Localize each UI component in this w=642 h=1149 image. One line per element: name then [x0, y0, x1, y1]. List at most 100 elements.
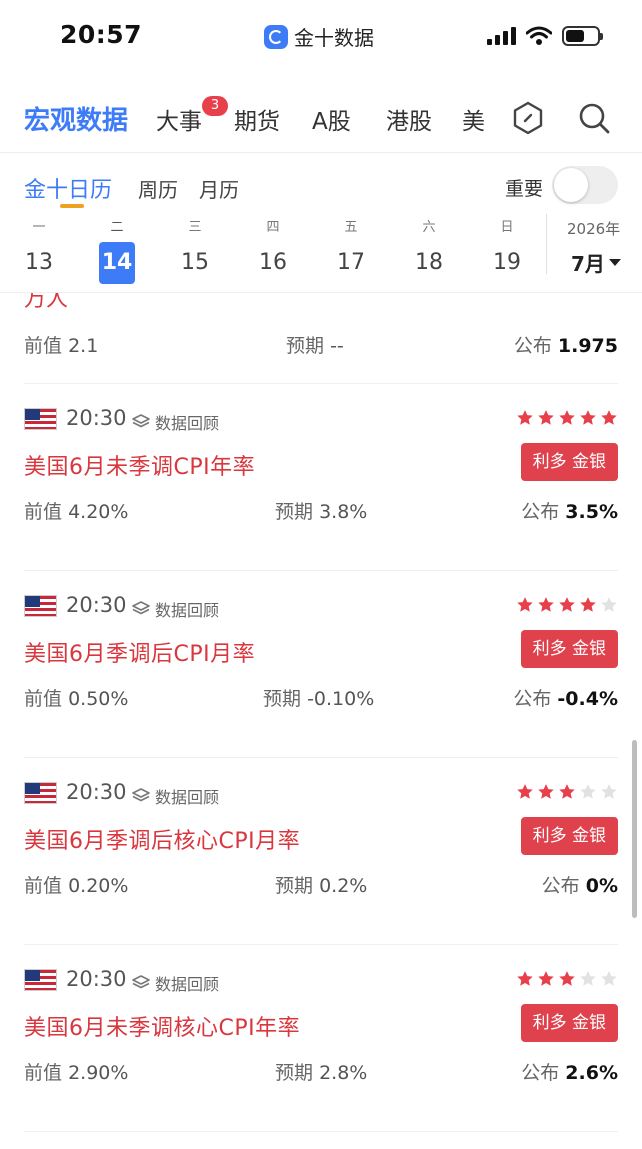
- separator: [24, 757, 618, 758]
- star-filled-icon: [559, 971, 575, 986]
- day-number: 17: [337, 250, 365, 275]
- data-review-label: 数据回顾: [155, 975, 220, 994]
- tab-major-events[interactable]: 大事 3: [156, 96, 228, 136]
- tab-macro-data[interactable]: 宏观数据: [24, 100, 128, 137]
- event-item[interactable]: 20:30 数据回顾 美国6月季调后核心CPI月率 利多 金银 前值 0.20%…: [0, 759, 642, 945]
- data-review-link[interactable]: 数据回顾: [131, 784, 219, 808]
- day-sat[interactable]: 六 18: [399, 214, 459, 284]
- expected-value: 预期 --: [286, 335, 344, 357]
- tab-a-shares[interactable]: A股: [312, 102, 351, 136]
- subtab-month-calendar[interactable]: 月历: [199, 174, 239, 203]
- divider: [0, 152, 642, 153]
- sub-tab-bar: 金十日历 周历 月历 重要: [0, 160, 642, 210]
- scrollbar[interactable]: [632, 740, 637, 918]
- tab-futures[interactable]: 期货: [234, 102, 280, 136]
- top-tab-bar: 宏观数据 大事 3 期货 A股 港股 美: [0, 90, 642, 148]
- subtab-week-calendar[interactable]: 周历: [138, 174, 178, 203]
- importance-stars: [516, 783, 618, 801]
- star-filled-icon: [538, 410, 554, 425]
- event-title-partial[interactable]: 万人: [24, 293, 68, 313]
- event-values: 前值 4.20% 预期 3.8% 公布 3.5%: [0, 489, 642, 525]
- year-label: 2026年: [567, 220, 621, 238]
- data-review-link[interactable]: 数据回顾: [131, 597, 219, 621]
- search-icon[interactable]: [576, 100, 612, 136]
- week-selector: 一 13 二 14 三 15 四 16 五 17 六 18 日 19 2026年…: [0, 214, 642, 294]
- data-review-link[interactable]: 数据回顾: [131, 410, 219, 434]
- event-time: 20:30: [66, 780, 127, 804]
- importance-stars: [516, 409, 618, 427]
- event-values: 前值 0.50% 预期 -0.10% 公布 -0.4%: [0, 676, 642, 712]
- day-name: 五: [344, 220, 358, 235]
- star-empty-icon: [601, 597, 617, 612]
- star-filled-icon: [517, 971, 533, 986]
- data-review-label: 数据回顾: [155, 414, 220, 433]
- star-filled-icon: [538, 597, 554, 612]
- active-subtab-indicator: [60, 204, 84, 208]
- day-thu[interactable]: 四 16: [243, 214, 303, 284]
- us-flag-icon: [24, 408, 57, 430]
- hexagon-menu-icon[interactable]: [510, 100, 546, 136]
- prev-value: 前值 2.1: [24, 335, 99, 357]
- event-title[interactable]: 美国6月季调后CPI月率: [24, 636, 255, 668]
- event-item[interactable]: 20:30 数据回顾 美国6月未季调核心CPI年率 利多 金银 前值 2.90%…: [0, 946, 642, 1132]
- star-filled-icon: [559, 597, 575, 612]
- event-time: 20:30: [66, 967, 127, 991]
- event-list[interactable]: 万人 前值 2.1 预期 -- 公布 1.975 20:30 数据回顾 美国6月…: [0, 293, 642, 1149]
- impact-badge: 利多 金银: [520, 443, 618, 481]
- published-value: 公布 -0.4%: [513, 688, 618, 710]
- expected-value: 预期 -0.10%: [263, 688, 375, 710]
- published-value: 公布 0%: [541, 875, 618, 897]
- important-toggle[interactable]: [552, 166, 618, 204]
- layers-icon: [132, 788, 150, 802]
- tab-hk-stocks[interactable]: 港股: [386, 102, 432, 136]
- star-empty-icon: [601, 784, 617, 799]
- day-number: 16: [259, 250, 287, 275]
- separator: [24, 1131, 618, 1132]
- event-title[interactable]: 美国6月未季调CPI年率: [24, 449, 255, 481]
- star-filled-icon: [517, 597, 533, 612]
- us-flag-icon: [24, 969, 57, 991]
- status-icons: [487, 26, 603, 46]
- status-app-name: 金十数据: [294, 26, 374, 50]
- subtab-jin10-calendar[interactable]: 金十日历: [24, 172, 112, 204]
- published-value: 公布 1.975: [513, 335, 618, 357]
- event-title[interactable]: 美国6月季调后核心CPI月率: [24, 823, 300, 855]
- chevron-down-icon: [608, 259, 621, 266]
- importance-stars: [516, 970, 618, 988]
- cellular-signal-icon: [487, 27, 516, 45]
- separator: [24, 383, 618, 384]
- day-tue[interactable]: 二 14: [87, 214, 147, 284]
- tab-major-events-label: 大事: [156, 109, 202, 135]
- data-review-link[interactable]: 数据回顾: [131, 971, 219, 995]
- star-filled-icon: [538, 784, 554, 799]
- month-dropdown[interactable]: 7月: [571, 248, 621, 277]
- month-picker[interactable]: 2026年 7月: [546, 214, 642, 277]
- day-fri[interactable]: 五 17: [321, 214, 381, 284]
- day-wed[interactable]: 三 15: [165, 214, 225, 284]
- star-filled-icon: [517, 410, 533, 425]
- day-mon[interactable]: 一 13: [9, 214, 69, 284]
- day-name: 六: [422, 220, 436, 235]
- importance-stars: [516, 596, 618, 614]
- day-number: 15: [181, 250, 209, 275]
- us-flag-icon: [24, 782, 57, 804]
- status-app-indicator[interactable]: 金十数据: [264, 22, 374, 51]
- app-logo-icon: [264, 24, 288, 49]
- event-item[interactable]: 20:30 数据回顾 美国6月季调后CPI月率 利多 金银 前值 0.50% 预…: [0, 572, 642, 758]
- event-title[interactable]: 美国6月未季调核心CPI年率: [24, 1010, 300, 1042]
- day-sun[interactable]: 日 19: [477, 214, 537, 284]
- expected-value: 预期 2.8%: [275, 1062, 368, 1084]
- event-item[interactable]: 20:30 数据回顾 美国6月未季调CPI年率 利多 金银 前值 4.20% 预…: [0, 385, 642, 571]
- expected-value: 预期 0.2%: [275, 875, 368, 897]
- data-review-label: 数据回顾: [155, 601, 220, 620]
- separator: [24, 944, 618, 945]
- day-name: 一: [32, 220, 46, 235]
- prev-value: 前值 4.20%: [24, 501, 129, 523]
- tab-us-stocks[interactable]: 美: [462, 102, 485, 136]
- star-filled-icon: [538, 971, 554, 986]
- star-empty-icon: [580, 784, 596, 799]
- event-time: 20:30: [66, 593, 127, 617]
- wifi-icon: [526, 26, 552, 45]
- tab-major-events-badge: 3: [202, 96, 228, 116]
- status-bar: 20:57 金十数据: [0, 0, 642, 72]
